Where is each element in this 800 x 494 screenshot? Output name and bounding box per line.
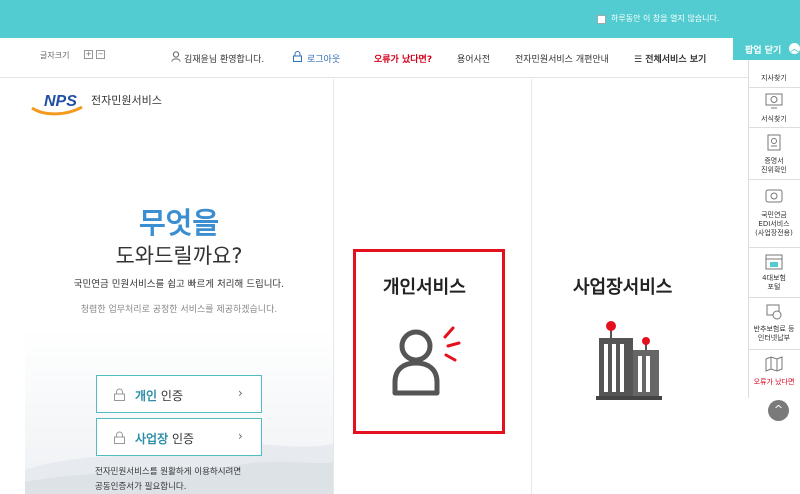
cert-note-line2: 공동인증서가 필요합니다. (95, 482, 187, 492)
glossary-link[interactable]: 용어사전 (457, 52, 490, 65)
quick-item-error-help[interactable]: 오류가 났다면 (748, 350, 800, 398)
error-help-link[interactable]: 오류가 났다면? (374, 52, 432, 65)
map-error-icon (765, 356, 783, 372)
lock-icon (114, 431, 125, 444)
lock-icon (293, 51, 302, 62)
chevron-right-icon: › (238, 386, 243, 400)
nps-logo-text: NPS (44, 93, 77, 110)
menu-icon: ☰ (634, 55, 646, 65)
quick-item-label: 국민연금 EDI서비스 (사업장전용) (755, 211, 793, 237)
hero-description: 국민연금 민원서비스를 쉽고 빠르게 처리해 드립니다. (73, 279, 285, 290)
font-decrease-button[interactable]: − (96, 50, 105, 59)
chevron-right-icon: › (238, 429, 243, 443)
quick-item-4insurance-portal[interactable]: 4대보험 포털 (748, 248, 800, 298)
hero-subheadline: 도와드릴까요? (115, 244, 243, 268)
font-size-label: 글자크기 (40, 51, 70, 60)
hero-pledge: 청렴한 업무처리로 공정한 서비스를 제공하겠습니다. (80, 305, 278, 315)
chevron-up-icon: ︿ (789, 43, 800, 54)
personal-auth-label: 개인 인증 (135, 389, 183, 403)
chevron-up-icon: ^ (773, 403, 784, 416)
popup-close-label: 팝업 닫기 (745, 46, 782, 56)
user-icon (171, 51, 181, 62)
quick-item-internet-payment[interactable]: 반추보험료 등 인터넷납부 (748, 298, 800, 350)
monitor-search-icon (765, 93, 783, 109)
quick-item-form-finder[interactable]: 서식찾기 (748, 88, 800, 128)
hide-today-label[interactable]: 하루동안 이 창을 열지 않습니다. (611, 13, 719, 24)
business-service-title: 사업장서비스 (573, 277, 673, 298)
logout-link[interactable]: 로그아웃 (307, 52, 340, 65)
quick-item-cert-verify[interactable]: 증명서 진위확인 (748, 128, 800, 180)
edi-icon (765, 189, 783, 203)
hide-today-checkbox[interactable] (597, 15, 606, 24)
popup-close-button[interactable]: 팝업 닫기 ︿ (733, 38, 800, 60)
cert-note-line1: 전자민원서비스를 원활하게 이용하시려면 (95, 467, 242, 477)
quick-item-label: 지사찾기 (761, 74, 787, 82)
scroll-top-button[interactable]: ^ (768, 400, 789, 421)
font-increase-button[interactable]: + (84, 50, 93, 59)
certificate-icon (767, 134, 781, 151)
business-auth-label: 사업장 인증 (135, 432, 195, 446)
lock-icon (114, 388, 125, 401)
quick-item-label: 서식찾기 (761, 115, 787, 123)
nps-logo: NPS (31, 93, 83, 116)
quick-item-label: 증명서 진위확인 (761, 157, 787, 174)
quick-item-edi[interactable]: 국민연금 EDI서비스 (사업장전용) (748, 180, 800, 248)
welcome-text: 김재윤님 환영합니다. (184, 55, 265, 65)
all-services-link[interactable]: ☰ 전체서비스 보기 (634, 52, 706, 65)
quick-item-branch-finder[interactable]: 지사찾기 (748, 60, 800, 88)
hero-headline: 무엇을 (138, 206, 220, 240)
quick-item-label: 오류가 났다면 (753, 378, 795, 386)
quick-item-label: 반추보험료 등 인터넷납부 (753, 325, 795, 342)
reorg-guide-link[interactable]: 전자민원서비스 개편안내 (515, 52, 609, 65)
personal-service-title: 개인서비스 (383, 277, 466, 298)
building-icon (596, 321, 662, 400)
payment-icon (766, 304, 782, 320)
page: 하루동안 이 창을 열지 않습니다. 글자크기 + − 김재윤님 환영합니다. … (0, 0, 800, 494)
personal-auth-button[interactable]: 개인 인증 › (96, 375, 262, 413)
business-auth-button[interactable]: 사업장 인증 › (96, 418, 262, 456)
all-services-label: 전체서비스 보기 (645, 55, 707, 65)
portal-icon (765, 254, 783, 270)
quick-item-label: 4대보험 포털 (762, 274, 786, 291)
person-icon (392, 326, 461, 396)
site-title: 전자민원서비스 (91, 94, 162, 107)
